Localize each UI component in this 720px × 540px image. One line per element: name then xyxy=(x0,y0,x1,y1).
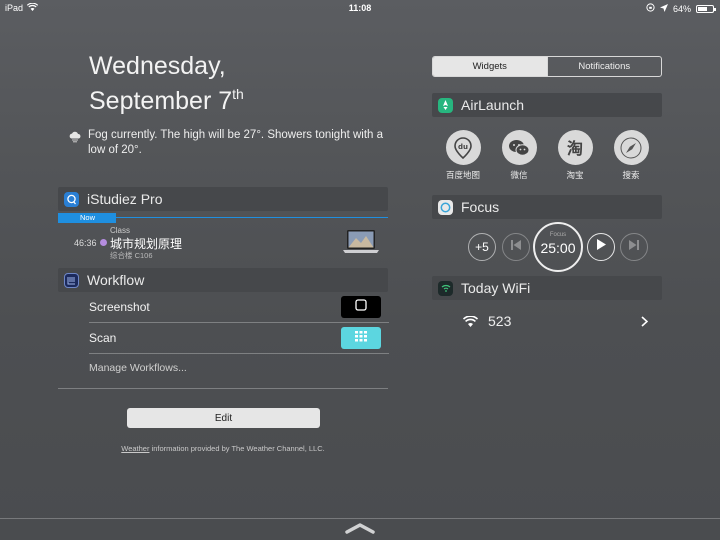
workflow-title: Workflow xyxy=(87,272,145,288)
focus-timer[interactable]: Focus 25:00 xyxy=(533,222,583,272)
skip-forward-button[interactable] xyxy=(620,233,648,261)
chevron-right-icon xyxy=(641,315,648,327)
taobao-icon: 淘 xyxy=(557,130,593,165)
shortcut-label: 淘宝 xyxy=(566,170,584,180)
date-header: Wednesday, September 7th xyxy=(89,52,244,115)
workflow-header[interactable]: Workflow xyxy=(58,268,388,292)
skip-forward-icon xyxy=(628,238,640,256)
airlaunch-item-baidu-map[interactable]: du 百度地图 xyxy=(439,130,487,181)
manage-workflows-link[interactable]: Manage Workflows... xyxy=(89,362,187,374)
focus-app-icon xyxy=(438,199,453,215)
skip-back-icon xyxy=(510,238,522,256)
battery-icon xyxy=(696,4,716,13)
chevron-up-icon[interactable] xyxy=(344,521,376,534)
rotation-lock-icon xyxy=(646,3,655,14)
scan-run-button[interactable] xyxy=(341,327,381,349)
airlaunch-item-taobao[interactable]: 淘 淘宝 xyxy=(551,130,599,181)
screenshot-run-button[interactable] xyxy=(341,296,381,318)
safari-compass-icon xyxy=(613,130,649,165)
airlaunch-app-icon xyxy=(438,97,453,113)
skip-back-button[interactable] xyxy=(502,233,530,261)
play-button[interactable] xyxy=(587,233,615,261)
weekday: Wednesday, xyxy=(89,52,226,80)
today-wifi-app-icon xyxy=(438,280,453,296)
class-row[interactable]: 46:36 Class 城市规划原理 综合楼 C106 xyxy=(58,224,388,260)
laptop-icon xyxy=(342,229,380,255)
tab-notifications[interactable]: Notifications xyxy=(546,57,662,76)
weather-attribution: Weather information provided by The Weat… xyxy=(0,444,446,453)
today-wifi-header[interactable]: Today WiFi xyxy=(432,276,662,300)
view-switcher: Widgets Notifications xyxy=(432,56,662,77)
divider xyxy=(89,353,389,354)
tab-widgets[interactable]: Widgets xyxy=(433,57,547,76)
airlaunch-item-search[interactable]: 搜索 xyxy=(607,130,655,181)
edit-button[interactable]: Edit xyxy=(127,408,320,428)
location-arrow-icon xyxy=(659,3,668,14)
day-suffix: th xyxy=(232,86,244,102)
focus-timer-label: Focus xyxy=(549,232,567,238)
airlaunch-shortcuts: du 百度地图 微信 淘 淘宝 搜索 xyxy=(432,130,662,185)
weather-summary: Fog currently. The high will be 27°. Sho… xyxy=(68,128,388,158)
square-frame-icon xyxy=(355,298,367,316)
play-icon xyxy=(595,238,607,256)
cloud-icon xyxy=(68,129,82,158)
baidu-map-icon: du xyxy=(445,130,481,165)
wechat-icon xyxy=(501,130,537,165)
battery-percent: 64% xyxy=(672,3,691,14)
workflow-app-icon xyxy=(64,272,79,288)
svg-text:du: du xyxy=(458,143,468,151)
wifi-network-name: 523 xyxy=(488,313,512,329)
shortcut-label: 搜索 xyxy=(622,170,640,180)
svg-text:淘: 淘 xyxy=(567,139,583,158)
airlaunch-title: AirLaunch xyxy=(461,97,525,113)
bottom-divider xyxy=(0,518,720,519)
istudiez-title: iStudiez Pro xyxy=(87,191,163,207)
divider xyxy=(58,388,388,389)
workflow-item-label: Screenshot xyxy=(89,300,150,314)
focus-header[interactable]: Focus xyxy=(432,195,662,219)
workflow-item-label: Scan xyxy=(89,331,117,345)
clock: 11:08 xyxy=(348,3,372,13)
wifi-signal-icon xyxy=(463,315,478,327)
focus-title: Focus xyxy=(461,199,500,215)
airlaunch-item-wechat[interactable]: 微信 xyxy=(495,130,543,181)
airlaunch-header[interactable]: AirLaunch xyxy=(432,93,662,117)
now-badge: Now xyxy=(58,213,116,223)
now-indicator-line xyxy=(116,217,388,218)
class-countdown: 46:36 xyxy=(74,238,97,248)
month-day: September 7 xyxy=(89,87,233,115)
shortcut-label: 微信 xyxy=(510,170,528,180)
istudiez-header[interactable]: iStudiez Pro xyxy=(58,187,388,211)
focus-timer-value: 25:00 xyxy=(540,240,576,256)
status-bar: iPad 11:08 64% xyxy=(0,0,720,16)
shortcut-label: 百度地图 xyxy=(445,170,480,180)
class-room: 综合楼 C106 xyxy=(110,251,153,260)
grid-icon xyxy=(355,329,367,347)
today-wifi-title: Today WiFi xyxy=(461,280,531,296)
class-color-dot xyxy=(100,239,107,246)
add-five-button[interactable]: +5 xyxy=(468,233,496,261)
weather-text: Fog currently. The high will be 27°. Sho… xyxy=(88,129,384,156)
attribution-text: information provided by The Weather Chan… xyxy=(149,444,325,453)
wifi-network-row[interactable]: 523 xyxy=(432,307,662,335)
istudiez-app-icon xyxy=(64,191,79,207)
weather-link[interactable]: Weather xyxy=(121,444,149,453)
class-type: Class xyxy=(110,226,131,235)
